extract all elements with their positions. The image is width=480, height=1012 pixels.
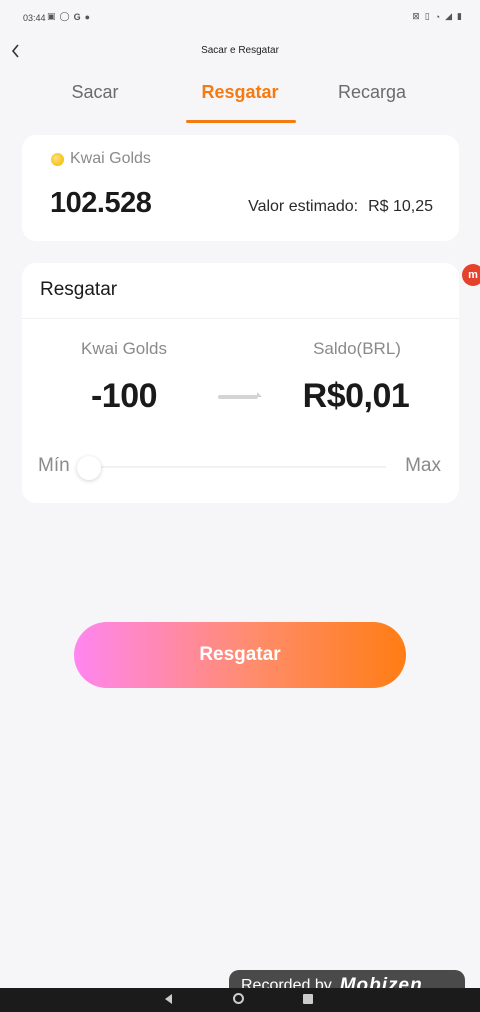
page-title: Sacar e Resgatar [201, 45, 279, 56]
vibrate-icon: ▯ [424, 11, 430, 21]
slider-max-label: Max [405, 455, 441, 476]
nav-recent-icon[interactable] [303, 994, 313, 1004]
redeem-button[interactable]: Resgatar [74, 622, 406, 688]
alarm-icon: ⊠ [412, 11, 420, 21]
nav-back-icon[interactable] [165, 994, 172, 1004]
tab-sacar[interactable]: Sacar [25, 82, 165, 104]
tab-resgatar[interactable]: Resgatar [170, 82, 310, 104]
tab-recarga[interactable]: Recarga [302, 82, 442, 104]
amount-slider-handle[interactable] [77, 456, 101, 480]
status-left-icons: ▣ ◯ G ● [47, 11, 90, 22]
divider [22, 318, 459, 319]
notification-icon: ▣ [47, 11, 56, 21]
nav-home-icon[interactable] [233, 993, 244, 1004]
to-value: R$0,01 [302, 377, 410, 415]
status-right-icons: ⊠ ▯ ◔ ◢ ▮ [412, 11, 462, 22]
amount-slider-track[interactable] [88, 466, 386, 468]
battery-icon: ▮ [457, 11, 462, 21]
wifi-icon: ◔ [434, 11, 441, 22]
status-bar: 03:44 ▣ ◯ G ● ⊠ ▯ ◔ ◢ ▮ [0, 0, 480, 36]
estimated-value: Valor estimado: R$ 10,25 [248, 198, 433, 216]
redeem-title: Resgatar [40, 279, 118, 300]
from-label: Kwai Golds [81, 339, 167, 358]
arrow-right-icon [218, 392, 262, 399]
coin-icon [51, 153, 64, 166]
to-label: Saldo(BRL) [313, 339, 401, 358]
estimate-label: Valor estimado: [248, 198, 359, 215]
system-nav-bar [0, 988, 480, 1012]
app-icon: ● [84, 11, 91, 22]
tab-bar: Sacar Resgatar Recarga [0, 76, 480, 126]
active-tab-indicator [186, 120, 296, 123]
whatsapp-icon: ◯ [59, 11, 70, 21]
from-value: -100 [90, 377, 158, 415]
status-time: 03:44 [23, 13, 46, 23]
floating-recorder-badge[interactable]: m [462, 264, 480, 286]
header: Sacar e Resgatar [0, 36, 480, 66]
google-icon: G [73, 11, 81, 22]
balance-label: Kwai Golds [70, 150, 151, 167]
balance-value: 102.528 [50, 187, 152, 219]
redeem-card: Resgatar Kwai Golds -100 Saldo(BRL) R$0,… [22, 263, 459, 503]
estimate-amount: R$ 10,25 [368, 198, 433, 215]
balance-card: Kwai Golds 102.528 Valor estimado: R$ 10,… [22, 135, 459, 241]
slider-min-label: Mín [38, 455, 70, 476]
signal-icon: ◢ [445, 11, 453, 21]
